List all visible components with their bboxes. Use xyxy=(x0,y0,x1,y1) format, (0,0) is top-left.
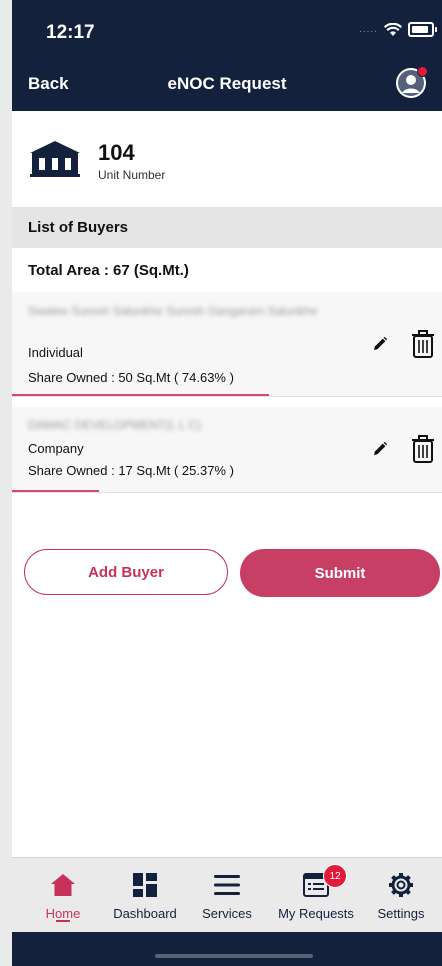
home-indicator-area xyxy=(12,932,442,966)
status-time: 12:17 xyxy=(46,22,95,43)
share-progress-bar xyxy=(12,490,100,492)
tab-settings[interactable]: Settings xyxy=(358,870,442,921)
tab-services[interactable]: Services xyxy=(184,870,270,921)
tab-dashboard[interactable]: Dashboard xyxy=(102,870,188,921)
battery-icon xyxy=(408,22,437,37)
edit-buyer-button[interactable] xyxy=(368,332,392,356)
buyer-card: Swatee Suresh Salunkhe Suresh Gangaram S… xyxy=(12,292,442,397)
tab-label: Settings xyxy=(377,906,425,921)
add-buyer-button[interactable]: Add Buyer xyxy=(24,549,228,595)
share-progress-bar xyxy=(12,394,269,396)
menu-icon xyxy=(214,875,240,895)
trash-icon xyxy=(412,435,434,463)
delete-buyer-button[interactable] xyxy=(410,434,436,464)
requests-badge: 12 xyxy=(323,864,347,888)
buyer-name: Swatee Suresh Salunkhe Suresh Gangaram S… xyxy=(28,304,318,318)
buyer-share: Share Owned : 50 Sq.Mt ( 74.63% ) xyxy=(28,370,234,385)
tab-label: Services xyxy=(202,906,252,921)
page-title: eNOC Request xyxy=(167,74,287,93)
gear-icon xyxy=(389,873,413,897)
unit-number: 104 xyxy=(98,140,135,165)
buyer-type: Individual xyxy=(28,345,83,360)
signal-icon: ..... xyxy=(359,24,378,35)
tab-label: Dashboard xyxy=(113,906,177,921)
status-icons: ..... xyxy=(359,22,437,37)
buyers-list-title: List of Buyers xyxy=(28,219,129,236)
buyers-list-header: List of Buyers xyxy=(12,207,442,248)
buyer-name: DAMAC DEVELOPMENT(L L C) xyxy=(28,418,202,432)
tab-home[interactable]: Home xyxy=(20,870,106,921)
active-tab-indicator xyxy=(56,920,70,922)
edit-buyer-button[interactable] xyxy=(368,437,392,461)
unit-number-label: Unit Number xyxy=(98,168,166,182)
app-screen: 12:17 ..... Back eNOC Request 104 Unit N… xyxy=(12,0,442,966)
total-area: Total Area : 67 (Sq.Mt.) xyxy=(28,262,189,279)
delete-buyer-button[interactable] xyxy=(410,329,436,359)
pencil-icon xyxy=(374,442,387,455)
trash-icon xyxy=(412,330,434,358)
pencil-icon xyxy=(374,337,387,350)
notification-dot xyxy=(417,66,428,77)
buyer-type: Company xyxy=(28,441,84,456)
dashboard-icon xyxy=(133,873,157,897)
submit-button[interactable]: Submit xyxy=(240,549,440,597)
tab-label: Home xyxy=(45,906,81,921)
wifi-icon xyxy=(384,22,402,36)
home-icon xyxy=(51,874,75,896)
tab-bar: Home Dashboard Services 12 My Requests S… xyxy=(12,857,442,933)
tab-my-requests[interactable]: 12 My Requests xyxy=(273,864,359,921)
top-bar: 12:17 ..... Back eNOC Request xyxy=(12,0,442,111)
buyer-share: Share Owned : 17 Sq.Mt ( 25.37% ) xyxy=(28,463,234,478)
building-icon xyxy=(30,141,80,177)
home-indicator[interactable] xyxy=(155,954,313,958)
unit-section: 104 Unit Number xyxy=(12,111,442,207)
buyer-card: DAMAC DEVELOPMENT(L L C) Company Share O… xyxy=(12,407,442,493)
tab-label: My Requests xyxy=(278,906,354,921)
